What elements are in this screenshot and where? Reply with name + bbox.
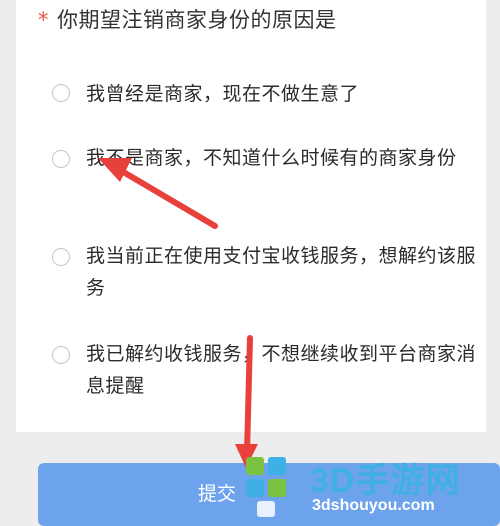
option-label: 我曾经是商家，现在不做生意了 (86, 83, 360, 105)
radio-button[interactable] (52, 248, 70, 266)
option-label: 我已解约收钱服务，不想继续收到平台商家消息提醒 (86, 343, 477, 397)
radio-button[interactable] (52, 84, 70, 102)
required-mark: * (38, 8, 49, 32)
watermark: 3D手游网 3dshouyou.com (240, 445, 500, 526)
question-title: * 你期望注销商家身份的原因是 (38, 4, 337, 34)
watermark-brand: 3D手游网 (310, 462, 461, 500)
radio-button[interactable] (52, 346, 70, 364)
option-label: 我当前正在使用支付宝收钱服务，想解约该服务 (86, 245, 477, 299)
question-text: 你期望注销商家身份的原因是 (57, 8, 337, 32)
reason-card: * 你期望注销商家身份的原因是 我曾经是商家，现在不做生意了 我不是商家，不知道什… (16, 0, 486, 432)
watermark-url: 3dshouyou.com (312, 497, 435, 514)
watermark-logo-icon (246, 457, 286, 517)
radio-button[interactable] (52, 150, 70, 168)
option-label: 我不是商家，不知道什么时候有的商家身份 (86, 147, 457, 169)
